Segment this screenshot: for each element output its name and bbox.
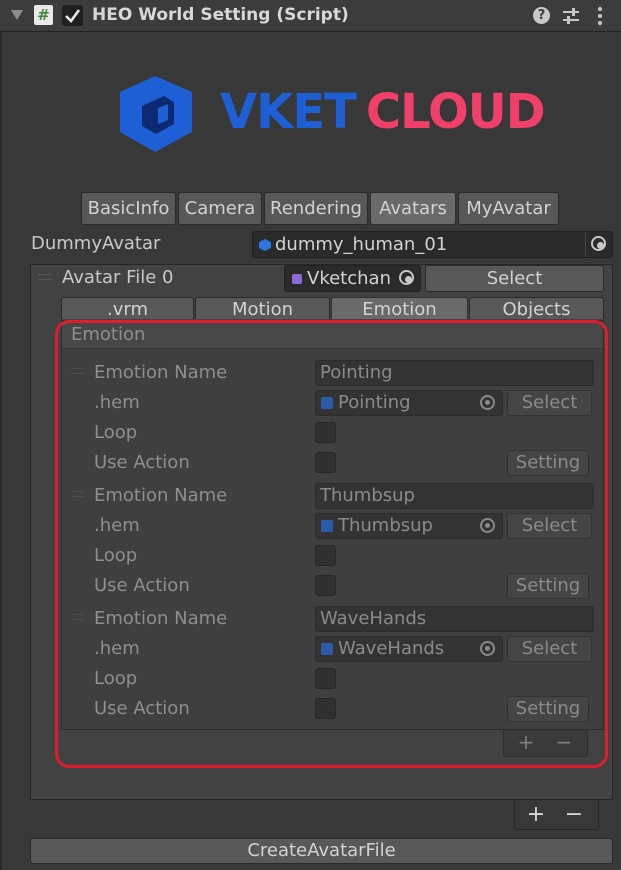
tab-avatars[interactable]: Avatars <box>370 192 456 225</box>
tab-camera[interactable]: Camera <box>178 192 262 225</box>
tab-basicinfo[interactable]: BasicInfo <box>81 192 176 225</box>
component-title: HEO World Setting (Script) <box>92 5 349 25</box>
avatar-file-field[interactable]: Vketchan <box>284 265 421 292</box>
vrm-asset-icon <box>292 274 302 284</box>
subtab-motion[interactable]: Motion <box>195 297 330 319</box>
foldout-arrow-icon[interactable] <box>11 10 23 20</box>
dummy-avatar-field[interactable]: dummy_human_01 <box>252 231 613 258</box>
vket-cloud-logo-icon <box>120 76 192 152</box>
inspector-left-edge <box>0 32 2 870</box>
enabled-checkbox[interactable] <box>62 5 83 26</box>
script-icon: # <box>34 5 53 25</box>
divider <box>585 232 586 257</box>
checkmark-icon <box>65 9 81 23</box>
logo-text-vket: VKET <box>220 84 357 140</box>
avatar-file-label: Avatar File 0 <box>62 267 174 288</box>
avatar-add-button[interactable]: + <box>525 802 547 827</box>
object-picker-icon[interactable] <box>591 236 606 251</box>
dummy-avatar-label: DummyAvatar <box>31 233 161 254</box>
object-picker-icon[interactable] <box>399 270 414 285</box>
subtab-objects[interactable]: Objects <box>469 297 604 319</box>
logo-text-cloud: CLOUD <box>365 84 546 140</box>
create-avatar-file-button[interactable]: CreateAvatarFile <box>30 838 613 864</box>
subtab-emotion[interactable]: Emotion <box>331 297 468 319</box>
subtab-vrm[interactable]: .vrm <box>61 297 194 319</box>
tab-rendering[interactable]: Rendering <box>264 192 368 225</box>
logo-text: VKET CLOUD <box>220 82 546 142</box>
help-icon[interactable]: ? <box>533 7 550 24</box>
avatar-remove-button[interactable]: − <box>563 802 585 827</box>
avatar-file-select-button[interactable]: Select <box>425 265 604 292</box>
presets-icon[interactable] <box>561 6 581 26</box>
tab-myavatar[interactable]: MyAvatar <box>458 192 559 225</box>
drag-handle-icon[interactable] <box>38 274 52 280</box>
more-menu-icon[interactable] <box>595 5 605 27</box>
avatar-asset-icon <box>259 239 271 251</box>
avatar-file-value: Vketchan <box>307 268 391 289</box>
tab-bar: BasicInfo Camera Rendering Avatars MyAva… <box>81 192 559 225</box>
dummy-avatar-value: dummy_human_01 <box>275 234 448 255</box>
highlight-outline <box>55 320 608 768</box>
